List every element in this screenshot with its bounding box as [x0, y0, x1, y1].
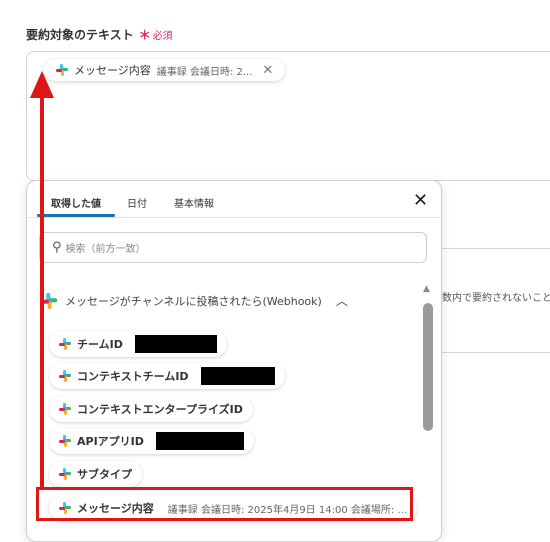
- tab-bar: 取得した値 日付 基本情報: [27, 181, 441, 218]
- annotation-highlight-box: [36, 487, 413, 521]
- slack-icon: [59, 338, 71, 350]
- group-label: メッセージがチャンネルに投稿されたら(Webhook): [65, 294, 322, 308]
- search-placeholder: 検索（前方一致）: [65, 244, 146, 255]
- slack-icon: [59, 403, 71, 415]
- value-item-label: サブタイプ: [77, 468, 132, 481]
- search-input[interactable]: ⚲ 検索（前方一致）: [39, 232, 427, 263]
- value-item-label: チームID: [77, 338, 123, 351]
- slack-icon: [59, 435, 71, 447]
- value-item-context-team-id[interactable]: コンテキストチームID: [49, 363, 285, 389]
- slack-icon: [59, 370, 71, 382]
- redacted-block: [134, 335, 217, 353]
- redacted-block: [155, 432, 244, 450]
- value-item-team-id[interactable]: チームID: [49, 331, 227, 357]
- redacted-block: [200, 367, 275, 385]
- background-divider: [440, 248, 550, 249]
- trigger-group-header[interactable]: メッセージがチャンネルに投稿されたら(Webhook) ︿: [40, 292, 348, 309]
- required-mark: ＊: [138, 28, 151, 42]
- scrollbar-thumb[interactable]: [423, 303, 433, 431]
- slack-icon: [56, 64, 68, 76]
- field-label: 要約対象のテキスト ＊必須: [26, 26, 173, 43]
- active-tab-indicator: [37, 214, 115, 217]
- value-item-subtype[interactable]: サブタイプ: [49, 461, 142, 487]
- chip-label: メッセージ内容: [74, 64, 151, 77]
- required-text: 必須: [152, 31, 173, 42]
- background-divider: [440, 352, 550, 353]
- scroll-up-arrow-icon[interactable]: ▲: [423, 284, 430, 294]
- background-helper-text: 数内で要約されないことが: [442, 293, 550, 304]
- value-item-context-enterprise-id[interactable]: コンテキストエンタープライズID: [49, 396, 253, 422]
- tab-basic-info[interactable]: 基本情報: [174, 195, 214, 210]
- field-label-text: 要約対象のテキスト: [26, 28, 134, 42]
- value-item-label: コンテキストエンタープライズID: [77, 403, 243, 416]
- annotation-arrow-shaft: [40, 94, 44, 490]
- chip-preview: 議事録 会議日時: 2...: [156, 66, 253, 78]
- close-icon[interactable]: ✕: [413, 190, 428, 211]
- value-item-api-app-id[interactable]: APIアプリID: [49, 428, 254, 454]
- search-icon: ⚲: [52, 240, 62, 255]
- value-item-label: APIアプリID: [77, 435, 144, 448]
- tab-acquired-values[interactable]: 取得した値: [51, 195, 101, 210]
- inserted-value-chip[interactable]: メッセージ内容 議事録 会議日時: 2... ✕: [44, 59, 286, 81]
- remove-chip-icon[interactable]: ✕: [262, 63, 273, 78]
- chevron-up-icon: ︿: [335, 294, 348, 308]
- annotation-arrow-head: [30, 71, 54, 98]
- tab-date[interactable]: 日付: [127, 195, 147, 210]
- value-item-label: コンテキストチームID: [77, 370, 189, 383]
- slack-icon: [59, 468, 71, 480]
